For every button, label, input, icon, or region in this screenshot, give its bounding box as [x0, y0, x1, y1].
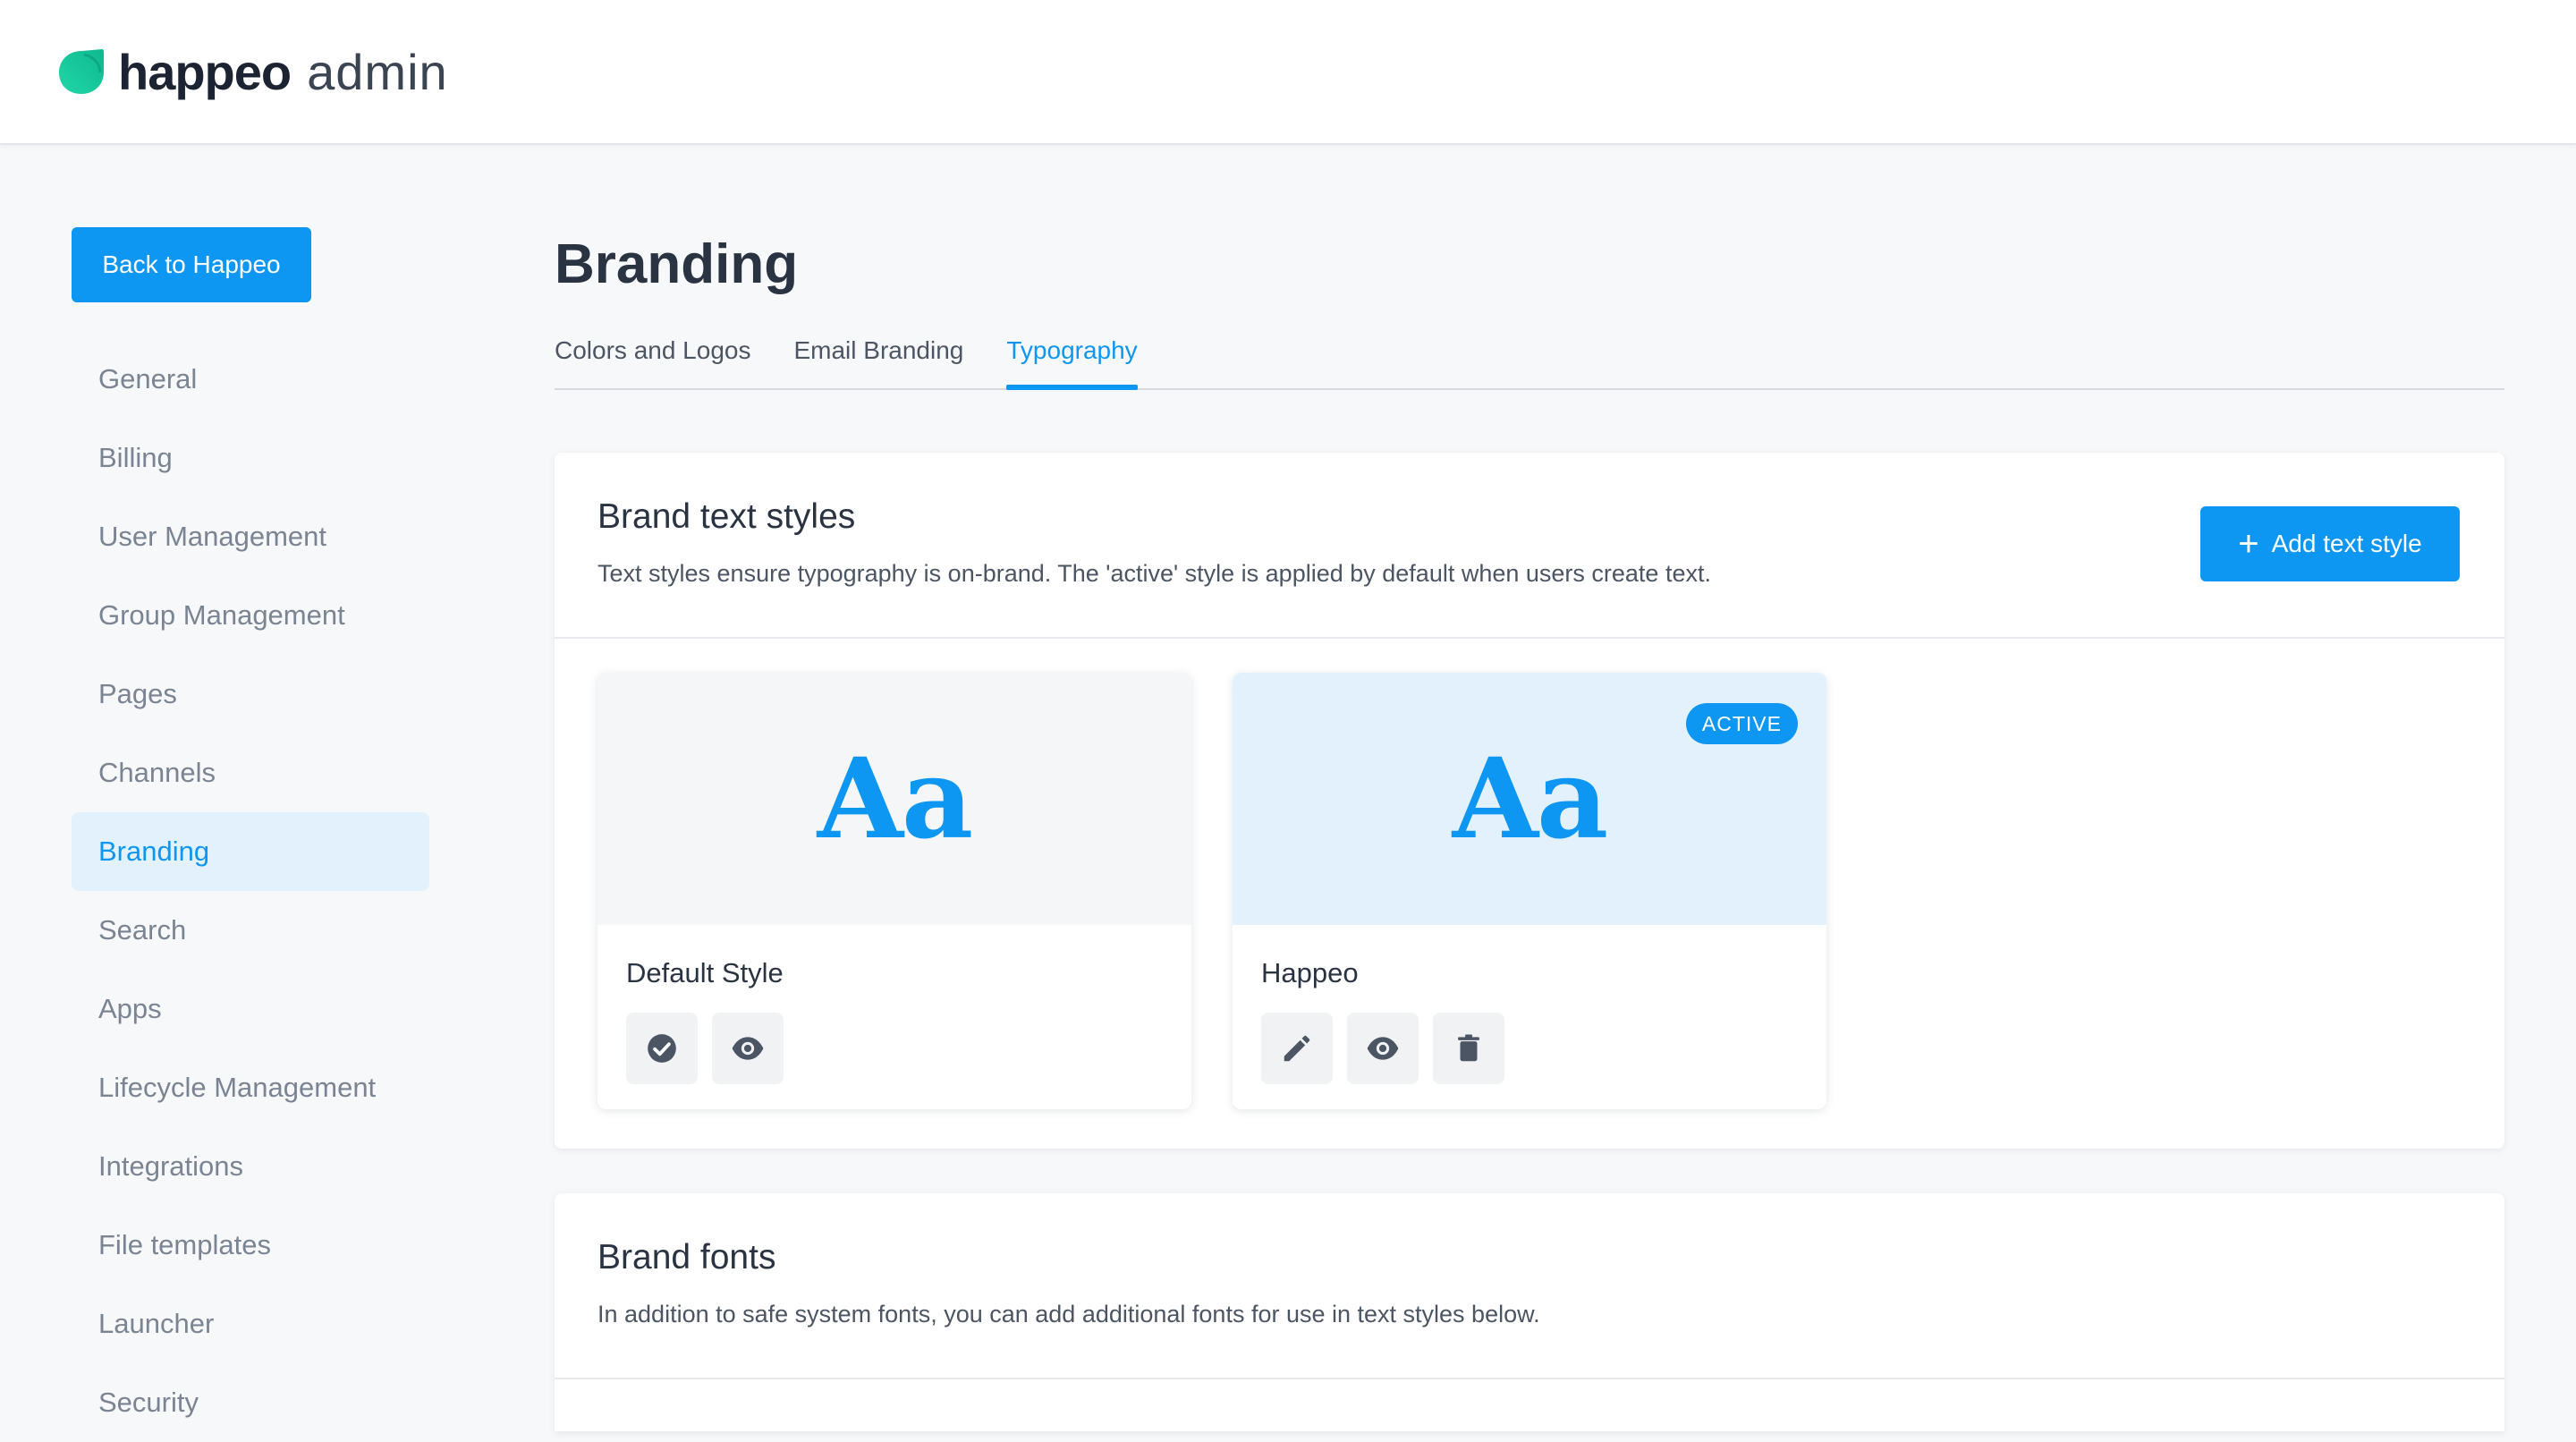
- eye-icon: [1367, 1037, 1399, 1060]
- sidebar-item-lifecycle-management[interactable]: Lifecycle Management: [72, 1048, 429, 1127]
- brand-fonts-header: Brand fonts In addition to safe system f…: [555, 1193, 2504, 1379]
- happeo-admin-logo[interactable]: happeo admin: [57, 36, 448, 107]
- brand-fonts-title: Brand fonts: [597, 1238, 776, 1277]
- logo-admin-label: admin: [307, 43, 448, 100]
- text-style-actions: [1261, 1013, 1519, 1084]
- sidebar-item-group-management[interactable]: Group Management: [72, 576, 429, 655]
- edit-button[interactable]: [1261, 1013, 1333, 1084]
- delete-button[interactable]: [1433, 1013, 1504, 1084]
- sidebar-item-search[interactable]: Search: [72, 891, 429, 970]
- brand-text-styles-panel: Brand text styles Text styles ensure typ…: [555, 453, 2504, 1149]
- preview-glyph: Aa: [817, 734, 974, 864]
- text-style-name: Happeo: [1261, 957, 1359, 988]
- page-title: Branding: [555, 233, 799, 295]
- add-text-style-label: Add text style: [2271, 530, 2422, 557]
- tab-typography[interactable]: Typography: [1006, 333, 1139, 390]
- preview-button[interactable]: [712, 1013, 784, 1084]
- preview-button[interactable]: [1347, 1013, 1419, 1084]
- sidebar: Back to Happeo General Billing User Mana…: [72, 227, 429, 1442]
- sidebar-item-pages[interactable]: Pages: [72, 655, 429, 734]
- active-badge: ACTIVE: [1685, 703, 1798, 744]
- eye-icon: [732, 1037, 764, 1060]
- text-style-name: Default Style: [626, 957, 784, 988]
- add-text-style-button[interactable]: + Add text style: [2200, 506, 2460, 581]
- sidebar-item-security[interactable]: Security: [72, 1363, 429, 1442]
- sidebar-nav: General Billing User Management Group Ma…: [72, 340, 429, 1442]
- text-style-preview: Aa: [597, 673, 1191, 925]
- top-bar: happeo admin: [0, 0, 2576, 145]
- sidebar-item-apps[interactable]: Apps: [72, 970, 429, 1048]
- text-style-card-happeo[interactable]: Aa ACTIVE Happeo: [1233, 673, 1826, 1109]
- sidebar-item-branding[interactable]: Branding: [72, 812, 429, 891]
- back-to-happeo-button[interactable]: Back to Happeo: [72, 227, 311, 302]
- brand-fonts-panel: Brand fonts In addition to safe system f…: [555, 1193, 2504, 1431]
- branding-tabs: Colors and Logos Email Branding Typograp…: [555, 333, 2504, 390]
- sidebar-item-user-management[interactable]: User Management: [72, 497, 429, 576]
- tab-colors-and-logos[interactable]: Colors and Logos: [555, 333, 750, 388]
- pencil-icon: [1284, 1035, 1310, 1062]
- set-active-button[interactable]: [626, 1013, 698, 1084]
- sidebar-item-billing[interactable]: Billing: [72, 419, 429, 497]
- sidebar-item-launcher[interactable]: Launcher: [72, 1285, 429, 1363]
- preview-glyph: Aa: [1452, 734, 1609, 864]
- text-style-cards: Aa Default Style Aa ACTIVE Happeo: [597, 673, 1868, 1109]
- text-style-actions: [626, 1013, 798, 1084]
- trash-icon: [1458, 1034, 1479, 1062]
- tab-email-branding[interactable]: Email Branding: [793, 333, 963, 388]
- happeo-logo-icon: [59, 49, 104, 94]
- brand-text-styles-description: Text styles ensure typography is on-bran…: [597, 560, 1711, 587]
- plus-icon: +: [2238, 524, 2259, 564]
- text-style-card-default[interactable]: Aa Default Style: [597, 673, 1191, 1109]
- check-circle-icon: [648, 1034, 676, 1063]
- sidebar-item-channels[interactable]: Channels: [72, 734, 429, 812]
- brand-text-styles-header: Brand text styles Text styles ensure typ…: [555, 453, 2504, 639]
- sidebar-item-general[interactable]: General: [72, 340, 429, 419]
- brand-text-styles-title: Brand text styles: [597, 497, 856, 536]
- main-content: Branding Colors and Logos Email Branding…: [555, 215, 2504, 390]
- logo-wordmark: happeo: [118, 43, 292, 100]
- sidebar-item-integrations[interactable]: Integrations: [72, 1127, 429, 1206]
- sidebar-item-file-templates[interactable]: File templates: [72, 1206, 429, 1285]
- brand-fonts-description: In addition to safe system fonts, you ca…: [597, 1301, 1540, 1327]
